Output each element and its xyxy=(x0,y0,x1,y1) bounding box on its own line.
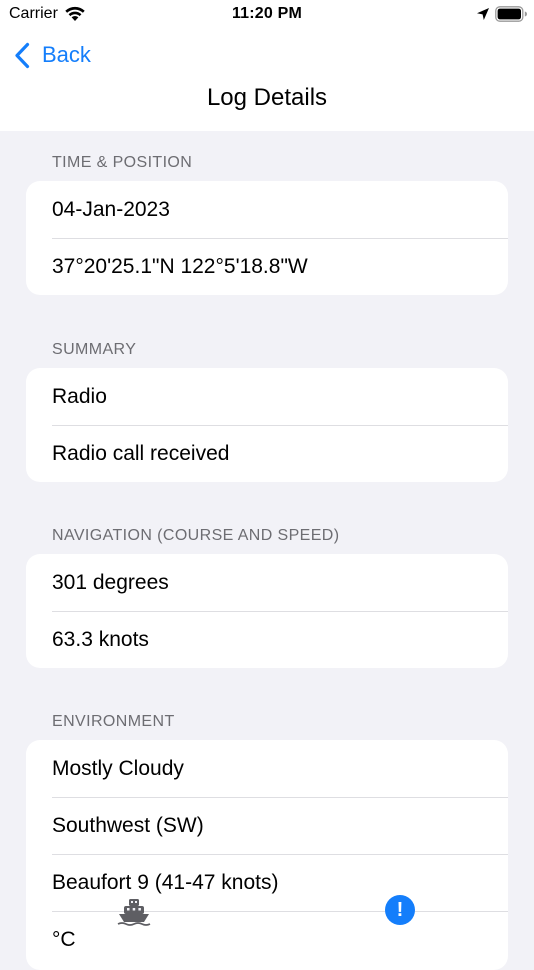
list-item-wind-direction: Southwest (SW) xyxy=(26,797,508,854)
group-time-position: 04-Jan-2023 37°20'25.1"N 122°5'18.8"W xyxy=(26,181,508,295)
list-item-wind-force: Beaufort 9 (41-47 knots) xyxy=(26,854,508,911)
chevron-left-icon xyxy=(15,42,30,68)
section-header-navigation: NAVIGATION (COURSE AND SPEED) xyxy=(52,527,340,544)
section-header-environment: ENVIRONMENT xyxy=(52,713,175,730)
list-item-temperature: °C xyxy=(26,911,508,968)
list-item-course: 301 degrees xyxy=(52,570,169,594)
status-time: 11:20 PM xyxy=(231,5,303,22)
group-summary: Radio Radio call received xyxy=(26,368,508,482)
list-item-category: Radio xyxy=(52,384,107,408)
list-item-speed: 63.3 knots xyxy=(26,611,508,668)
list-item-position: 37°20'25.1"N 122°5'18.8"W xyxy=(26,238,508,295)
section-header-time-position: TIME & POSITION xyxy=(52,154,193,171)
list-item-weather: Mostly Cloudy xyxy=(52,756,184,780)
status-bar: Carrier 11:20 PM xyxy=(0,0,534,30)
back-label: Back xyxy=(42,42,91,67)
navigation-bar: Carrier 11:20 PM Back Log Details xyxy=(0,0,534,131)
list-item-date: 04-Jan-2023 xyxy=(52,197,170,221)
alert-icon[interactable]: ! xyxy=(385,895,415,925)
battery-icon xyxy=(495,6,527,22)
group-environment: Mostly Cloudy Southwest (SW) Beaufort 9 … xyxy=(26,740,508,970)
location-arrow-icon xyxy=(477,8,489,20)
boat-icon[interactable] xyxy=(116,893,152,929)
list-item-description: Radio call received xyxy=(26,425,508,482)
section-header-summary: SUMMARY xyxy=(52,341,137,358)
back-button[interactable]: Back xyxy=(14,38,91,72)
group-navigation: 301 degrees 63.3 knots xyxy=(26,554,508,668)
page-title: Log Details xyxy=(206,84,328,111)
